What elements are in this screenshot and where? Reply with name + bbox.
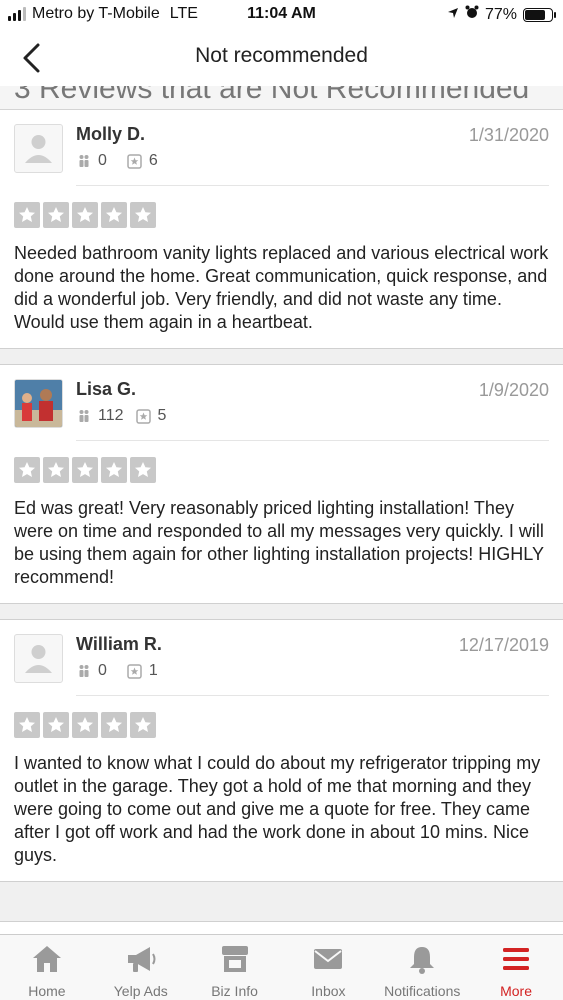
home-icon: [30, 943, 64, 975]
section-header: 3 Reviews that are Not Recommended: [0, 86, 563, 110]
user-name[interactable]: Lisa G.: [76, 379, 136, 400]
bell-icon: [405, 943, 439, 975]
star-icon: [14, 712, 40, 738]
star-icon: [43, 457, 69, 483]
tab-inbox[interactable]: Inbox: [281, 935, 375, 1000]
tab-label: Biz Info: [211, 983, 258, 999]
star-icon: [72, 712, 98, 738]
battery-percent: 77%: [484, 5, 517, 23]
menu-icon: [499, 943, 533, 975]
user-name[interactable]: Molly D.: [76, 124, 145, 145]
review-date: 1/31/2020: [468, 125, 549, 145]
friends-icon: [76, 153, 92, 169]
tab-more[interactable]: More: [469, 935, 563, 1000]
user-avatar[interactable]: [14, 124, 63, 173]
star-icon: [43, 712, 69, 738]
review-card: Lisa G. 1/9/2020 112 5 Ed was great! Ver…: [0, 365, 563, 604]
battery-icon: [523, 7, 556, 22]
user-stats: 112 5: [76, 407, 166, 425]
star-icon: [130, 457, 156, 483]
review-header: William R. 12/17/2019 0 1: [76, 632, 549, 696]
user-name[interactable]: William R.: [76, 634, 162, 655]
tab-yelp-ads[interactable]: Yelp Ads: [94, 935, 188, 1000]
section-heading: 3 Reviews that are Not Recommended: [14, 86, 530, 105]
user-avatar[interactable]: [14, 379, 63, 428]
envelope-icon: [311, 943, 345, 975]
star-rating: [14, 457, 549, 483]
star-icon: [130, 712, 156, 738]
tab-label: Home: [28, 983, 66, 999]
star-icon: [130, 202, 156, 228]
status-right: 77%: [447, 5, 556, 24]
status-bar: Metro by T-Mobile LTE 11:04 AM 77%: [0, 0, 563, 30]
star-icon: [101, 202, 127, 228]
star-rating: [14, 202, 549, 228]
star-rating: [14, 712, 549, 738]
star-icon: [14, 202, 40, 228]
default-avatar-icon: [25, 135, 52, 163]
tab-bar: Home Yelp Ads Biz Info Inbox Notificatio…: [0, 934, 563, 1000]
review-text: Ed was great! Very reasonably priced lig…: [14, 498, 544, 587]
star-icon: [101, 457, 127, 483]
storefront-icon: [218, 943, 252, 975]
battery-fill: [525, 9, 546, 20]
star-icon: [43, 202, 69, 228]
review-date: 12/17/2019: [458, 635, 549, 655]
user-stats: 0 6: [76, 152, 158, 170]
alarm-icon: [465, 5, 479, 24]
friends-count: 0: [98, 662, 107, 679]
review-header: Lisa G. 1/9/2020 112 5: [76, 377, 549, 441]
nav-bar: Not recommended: [0, 30, 563, 86]
megaphone-icon: [124, 943, 158, 975]
tab-notifications[interactable]: Notifications: [375, 935, 469, 1000]
photo-avatar-icon: [15, 380, 62, 427]
review-divider: [0, 882, 563, 922]
default-avatar-icon: [25, 645, 52, 673]
review-card: William R. 12/17/2019 0 1 I wanted to kn…: [0, 620, 563, 882]
review-header: Molly D. 1/31/2020 0 6: [76, 122, 549, 186]
tab-biz-info[interactable]: Biz Info: [188, 935, 282, 1000]
review-text: I wanted to know what I could do about m…: [14, 753, 541, 865]
review-text: Needed bathroom vanity lights replaced a…: [14, 243, 549, 332]
user-stats: 0 1: [76, 662, 158, 680]
star-icon: [72, 457, 98, 483]
tab-label: Inbox: [311, 983, 346, 999]
review-count: 1: [148, 662, 158, 679]
review-divider: [0, 349, 563, 365]
review-count: 6: [148, 152, 158, 169]
star-icon: [14, 457, 40, 483]
review-count-icon: [136, 408, 152, 424]
star-icon: [101, 712, 127, 738]
friends-count: 0: [98, 152, 107, 169]
tab-home[interactable]: Home: [0, 935, 94, 1000]
review-divider: [0, 604, 563, 620]
review-list[interactable]: 3 Reviews that are Not Recommended Molly…: [0, 86, 563, 934]
review-card: Molly D. 1/31/2020 0 6 Needed bathroom v…: [0, 110, 563, 349]
friends-icon: [76, 408, 92, 424]
review-count: 5: [157, 407, 167, 424]
tab-label: Yelp Ads: [113, 983, 168, 999]
tab-label: Notifications: [384, 983, 461, 999]
review-date: 1/9/2020: [478, 380, 549, 400]
page-title: Not recommended: [195, 44, 368, 67]
star-icon: [72, 202, 98, 228]
location-arrow-icon: [447, 6, 459, 24]
review-count-icon: [127, 153, 143, 169]
friends-icon: [76, 663, 92, 679]
review-count-icon: [127, 663, 143, 679]
user-avatar[interactable]: [14, 634, 63, 683]
friends-count: 112: [98, 407, 124, 424]
tab-label: More: [500, 983, 532, 999]
